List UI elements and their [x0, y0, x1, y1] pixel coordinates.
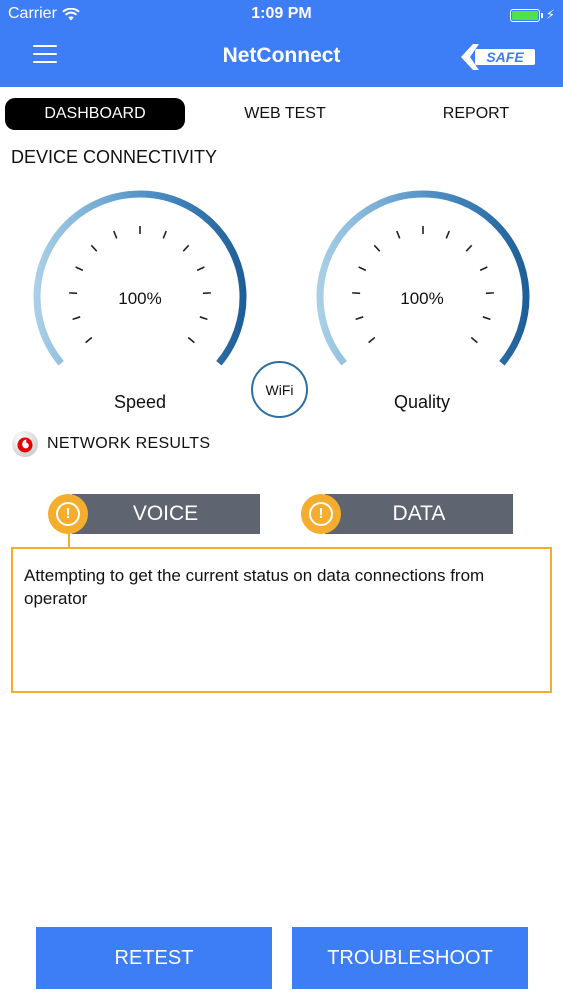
voice-alert-icon: ! [48, 494, 88, 534]
quality-gauge-tick [358, 266, 367, 272]
charging-bolt-icon: ⚡ [545, 7, 555, 22]
data-tab-label: DATA [392, 502, 446, 525]
speed-gauge-tick [162, 230, 167, 239]
vodafone-logo-icon [12, 431, 38, 457]
speed-gauge-tick [90, 244, 98, 252]
voice-tab-label: VOICE [132, 502, 199, 525]
quality-label: Quality [393, 392, 451, 412]
status-bar: Carrier 1:09 PM ⚡ [0, 0, 563, 28]
data-alert-icon: ! [301, 494, 341, 534]
speed-gauge-tick [85, 336, 93, 344]
safe-logo: SAFE [461, 44, 535, 70]
retest-button[interactable]: RETEST [36, 927, 272, 989]
speed-gauge-tick [196, 266, 205, 272]
tab-voice[interactable]: VOICE [72, 494, 260, 534]
quality-gauge-tick [482, 316, 491, 321]
status-message-text: Attempting to get the current status on … [24, 566, 485, 608]
network-results-title: NETWORK RESULTS [47, 435, 211, 452]
tab-web-test[interactable]: WEB TEST [195, 98, 375, 130]
speed-gauge-tick [187, 336, 195, 344]
status-message-box: Attempting to get the current status on … [11, 547, 552, 693]
status-time: 1:09 PM [251, 5, 312, 22]
speed-label: Speed [113, 392, 167, 412]
quality-gauge-tick [479, 266, 488, 272]
network-results-header: NETWORK RESULTS [11, 430, 210, 458]
speed-gauge-tick [75, 266, 84, 272]
battery-indicator: ⚡ [509, 7, 555, 23]
quality-gauge-arc [316, 190, 530, 366]
speed-gauge-arc [33, 190, 247, 366]
voice-tab-connector [68, 533, 70, 548]
troubleshoot-button[interactable]: TROUBLESHOOT [292, 927, 528, 989]
tab-data[interactable]: DATA [325, 494, 513, 534]
tab-dashboard[interactable]: DASHBOARD [5, 98, 185, 130]
quality-gauge-tick [373, 244, 381, 252]
quality-gauge-tick [396, 230, 401, 239]
quality-gauge-tick [465, 244, 473, 252]
device-connectivity-title: DEVICE CONNECTIVITY [11, 147, 218, 167]
speed-gauge-tick [199, 316, 208, 321]
app-header: Carrier 1:09 PM ⚡ NetConnect SAFE [0, 0, 563, 87]
svg-text:SAFE: SAFE [486, 49, 524, 65]
tab-report[interactable]: REPORT [386, 98, 563, 130]
speed-gauge-tick [72, 316, 81, 321]
speed-gauge-tick [182, 244, 190, 252]
battery-icon [509, 8, 540, 22]
quality-value: 100% [400, 289, 444, 308]
quality-gauge-tick [355, 316, 364, 321]
speed-gauge-tick [113, 230, 118, 239]
quality-gauge-tick [470, 336, 478, 344]
connection-type-badge: WiFi [251, 361, 308, 418]
quality-gauge-tick [368, 336, 376, 344]
speed-value: 100% [118, 289, 162, 308]
quality-gauge-tick [445, 230, 450, 239]
